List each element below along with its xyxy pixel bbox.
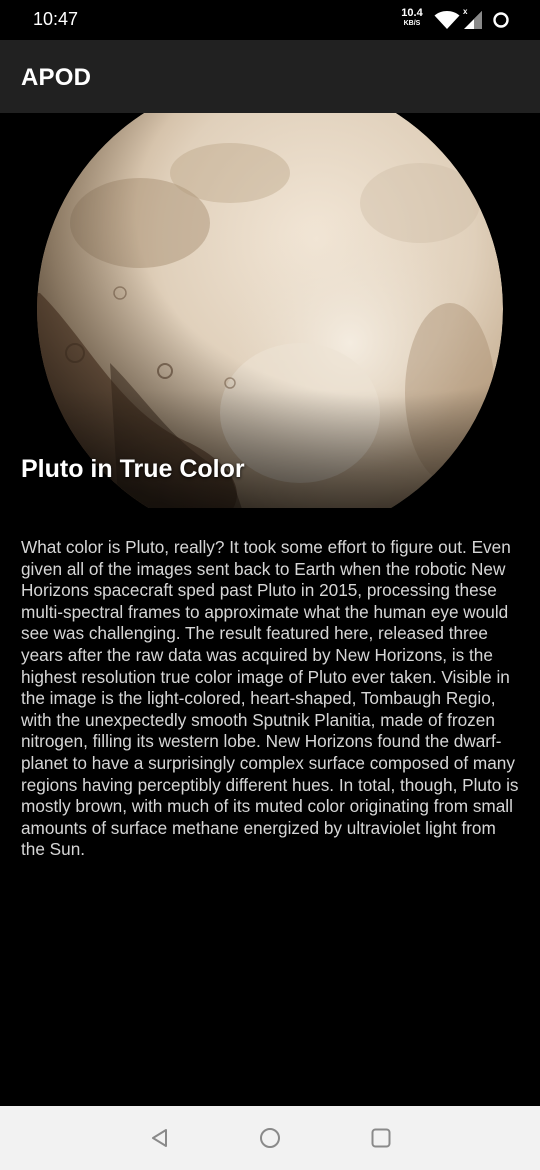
wifi-icon	[434, 11, 460, 29]
network-speed-value: 10.4	[401, 7, 423, 19]
network-speed-unit: KB/S	[403, 20, 421, 27]
apod-explanation: What color is Pluto, really? It took som…	[21, 537, 519, 860]
apod-image[interactable]	[0, 113, 540, 508]
back-icon	[152, 1129, 167, 1147]
navigation-bar	[0, 1106, 540, 1170]
home-button[interactable]	[258, 1126, 282, 1150]
loading-icon	[493, 12, 509, 28]
network-speed: 10.4 KB/S	[398, 7, 426, 28]
app-bar: APOD	[0, 40, 540, 113]
apod-title: Pluto in True Color	[21, 455, 245, 483]
status-time: 10:47	[33, 9, 79, 29]
signal-icon	[464, 11, 482, 29]
status-bar: 10:47 10.4 KB/S x	[0, 0, 540, 40]
recents-button[interactable]	[369, 1126, 393, 1150]
back-button[interactable]	[148, 1126, 172, 1150]
recents-icon	[371, 1128, 391, 1148]
home-icon	[260, 1128, 280, 1148]
app-title: APOD	[21, 64, 92, 91]
pluto-image	[0, 113, 540, 508]
